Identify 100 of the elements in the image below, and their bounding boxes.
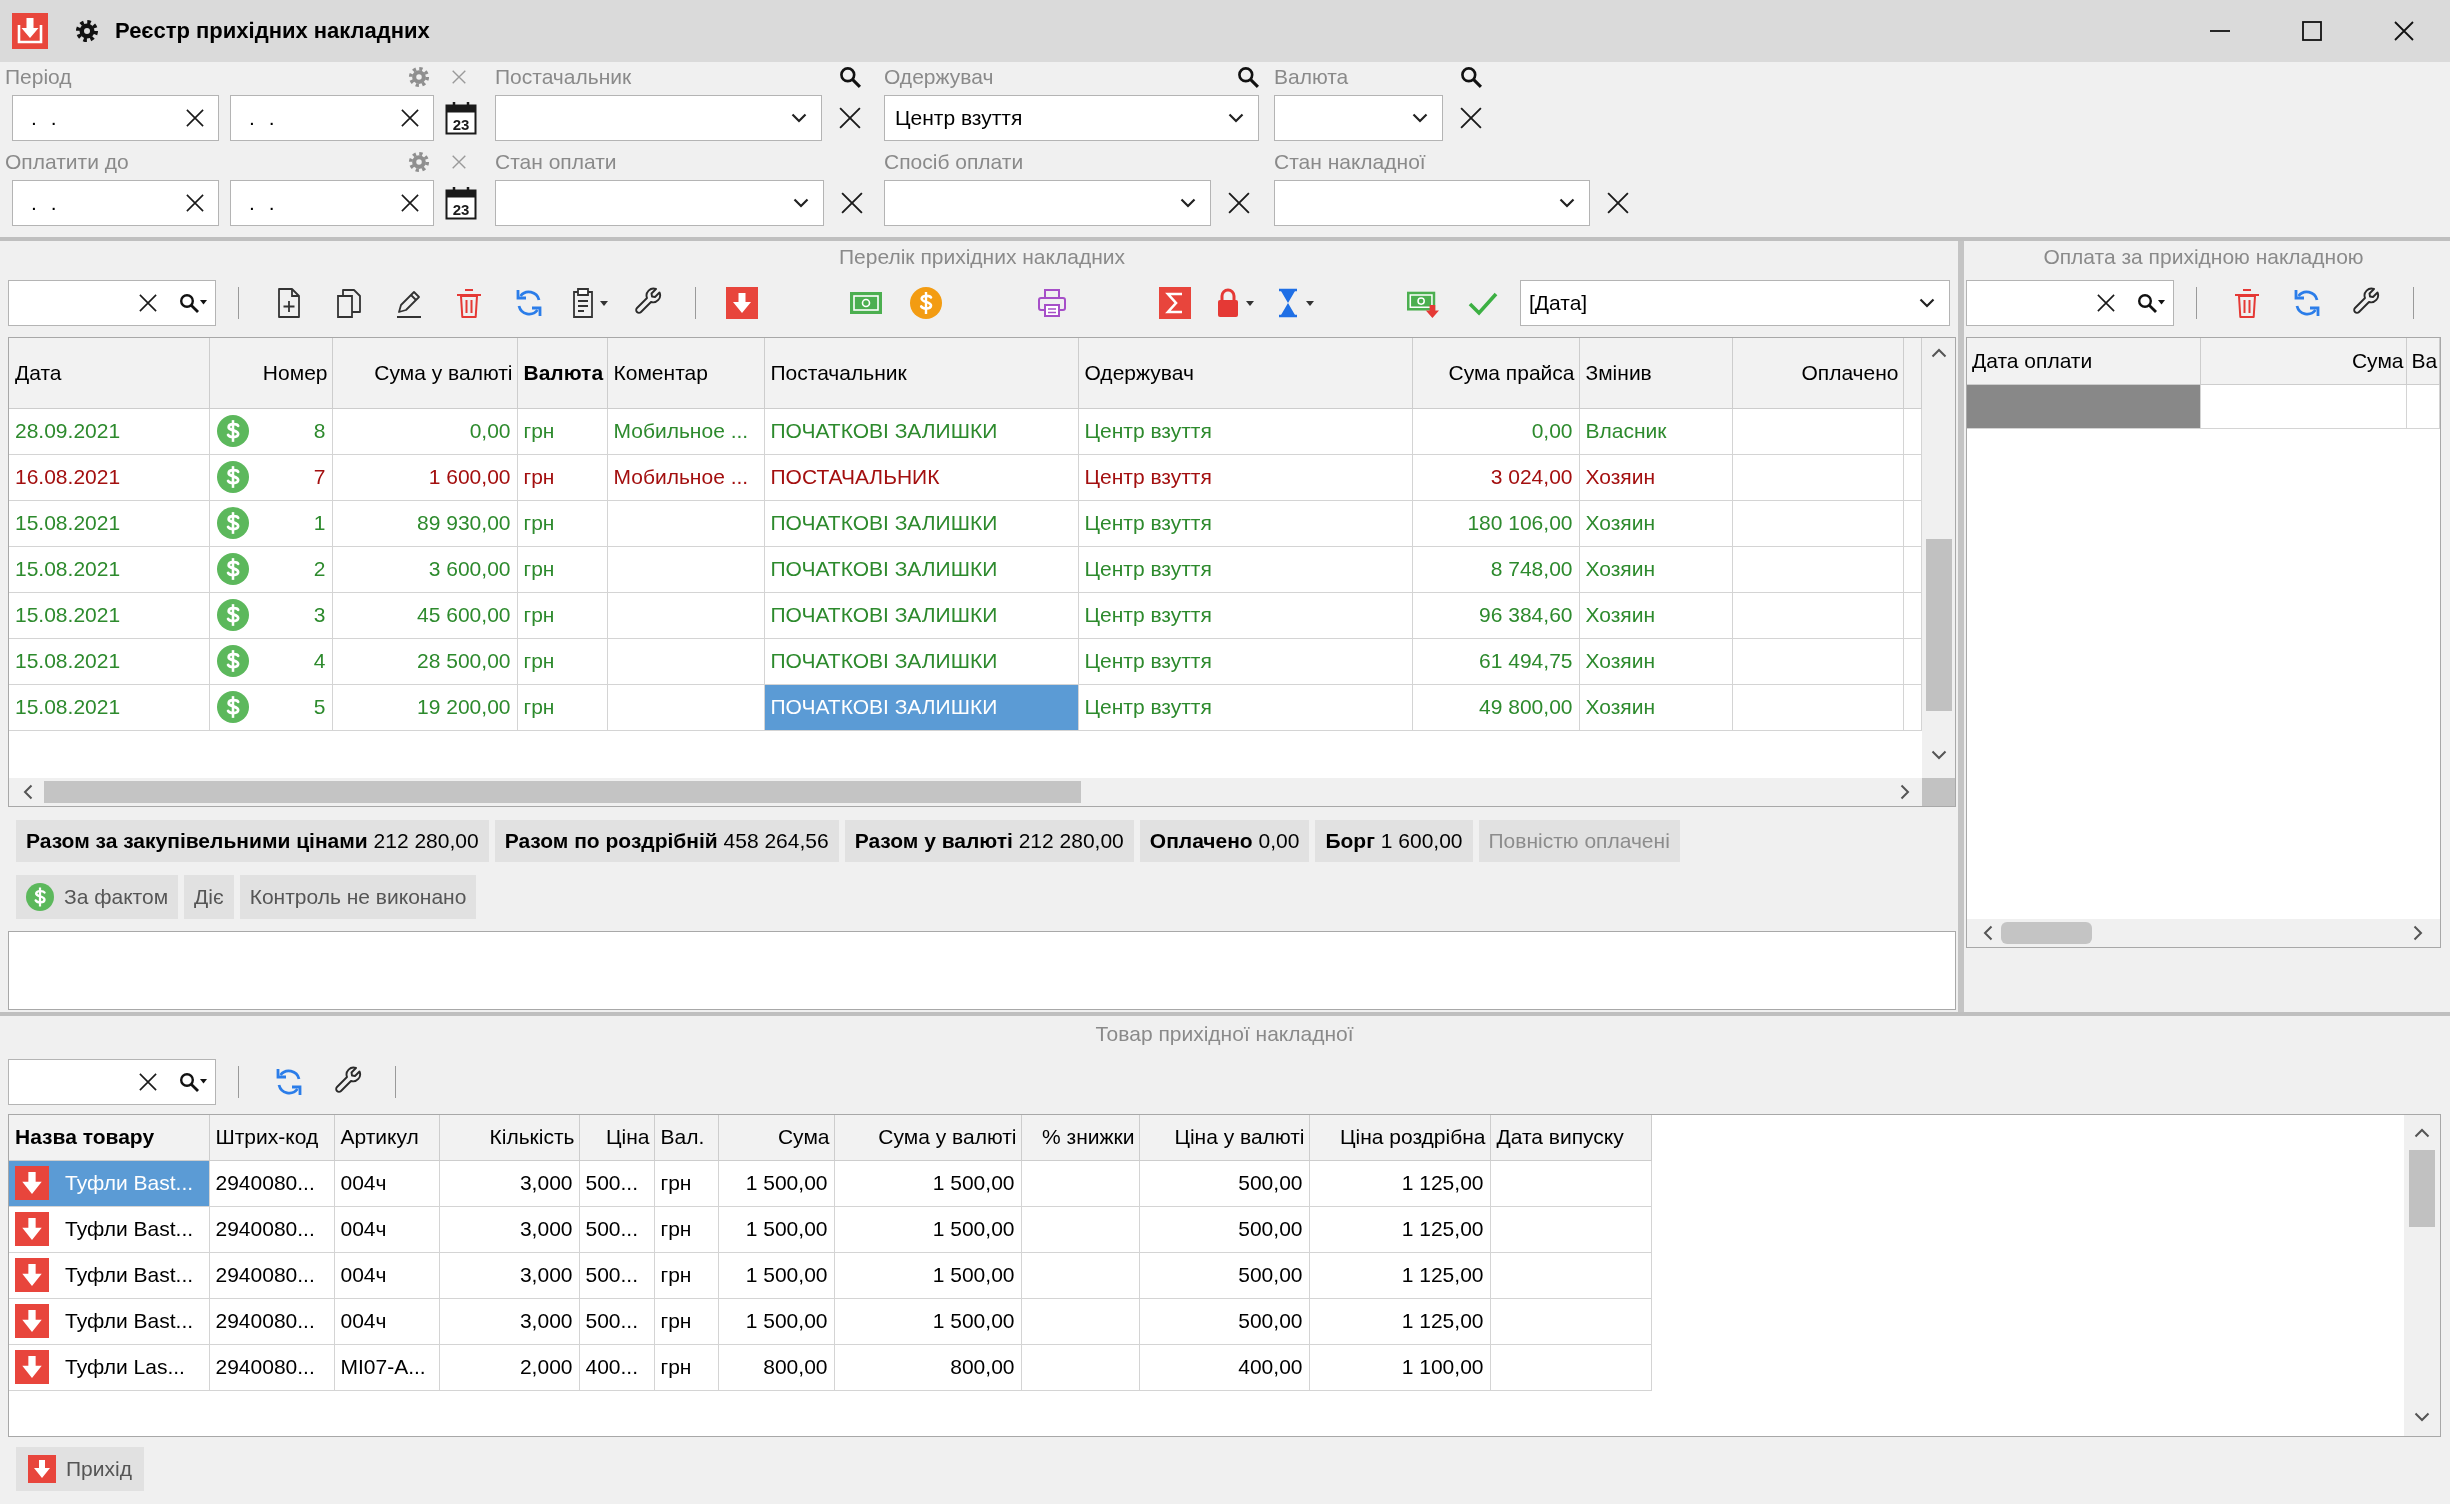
maximize-icon[interactable]: [2302, 21, 2322, 41]
filter-chip[interactable]: Діє: [184, 875, 234, 919]
dropdown-field[interactable]: [495, 180, 824, 226]
clear-icon[interactable]: [1607, 192, 1629, 214]
date-field[interactable]: . .: [230, 180, 434, 226]
sigma-icon[interactable]: [1159, 287, 1191, 319]
scrollbar-thumb[interactable]: [2001, 922, 2092, 944]
vertical-scrollbar[interactable]: [2404, 1115, 2440, 1436]
column-header[interactable]: Штрих-код: [209, 1115, 334, 1160]
column-header[interactable]: Одержувач: [1078, 338, 1412, 408]
chevron-down-icon[interactable]: [1228, 113, 1244, 123]
chevron-down-icon[interactable]: [1559, 198, 1575, 208]
chevron-down-icon[interactable]: [1180, 198, 1196, 208]
arrow-down-icon[interactable]: [726, 287, 758, 319]
column-header[interactable]: Ціна: [579, 1115, 654, 1160]
banknote-icon[interactable]: [850, 292, 882, 314]
chevron-down-icon[interactable]: [1919, 298, 1935, 308]
table-cell: 004ч: [334, 1160, 439, 1206]
clear-icon[interactable]: [841, 192, 863, 214]
column-header[interactable]: Назва товару: [9, 1115, 209, 1160]
column-header[interactable]: Змінив: [1579, 338, 1732, 408]
column-header[interactable]: Ва: [2406, 338, 2440, 384]
column-header[interactable]: Сума у валюті: [332, 338, 517, 408]
chevron-down-icon[interactable]: [793, 198, 809, 208]
dropdown-field[interactable]: [1274, 180, 1590, 226]
clear-icon[interactable]: [2097, 294, 2115, 312]
search-icon[interactable]: [1237, 66, 1259, 88]
date-field[interactable]: . .: [230, 95, 434, 141]
table-cell: ПОЧАТКОВІ ЗАЛИШКИ: [764, 500, 1078, 546]
scrollbar-thumb[interactable]: [1925, 539, 1952, 711]
column-header[interactable]: Номер: [209, 338, 332, 408]
vertical-scrollbar[interactable]: [1922, 338, 1955, 778]
clear-icon[interactable]: [139, 294, 157, 312]
column-header[interactable]: Ціна роздрібна: [1309, 1115, 1490, 1160]
calendar-icon[interactable]: 23: [445, 101, 477, 135]
dropdown-field[interactable]: [495, 95, 822, 141]
chevron-left-icon[interactable]: [23, 784, 33, 800]
column-header[interactable]: Дата оплати: [1967, 338, 2200, 384]
calendar-icon[interactable]: 23: [445, 186, 477, 220]
filter-chip[interactable]: За фактом: [16, 875, 179, 919]
search-icon[interactable]: [1460, 66, 1482, 88]
column-header[interactable]: Дата: [9, 338, 209, 408]
column-header[interactable]: Сума: [718, 1115, 834, 1160]
scrollbar-thumb[interactable]: [2409, 1150, 2435, 1227]
chevron-down-icon[interactable]: [2414, 1412, 2430, 1422]
search-icon[interactable]: [179, 1072, 207, 1092]
dropdown-field[interactable]: [884, 180, 1211, 226]
clear-icon[interactable]: [186, 194, 204, 212]
dropdown-field[interactable]: [1274, 95, 1443, 141]
column-header[interactable]: Оплачено: [1732, 338, 1903, 408]
search-field[interactable]: [8, 1059, 216, 1105]
sort-dropdown[interactable]: [Дата]: [1520, 280, 1950, 326]
chevron-left-icon[interactable]: [1983, 925, 1993, 941]
date-field[interactable]: . .: [12, 180, 219, 226]
chevron-down-icon[interactable]: [1930, 750, 1947, 760]
column-header[interactable]: Сума у валюті: [834, 1115, 1021, 1160]
search-icon[interactable]: [2137, 293, 2165, 313]
arrival-button[interactable]: Прихід: [16, 1447, 144, 1491]
chevron-right-icon[interactable]: [2413, 925, 2423, 941]
dropdown-field[interactable]: Центр взуття: [884, 95, 1259, 141]
scrollbar-thumb[interactable]: [44, 781, 1081, 803]
chevron-down-icon[interactable]: [791, 113, 807, 123]
clear-icon[interactable]: [401, 109, 419, 127]
column-header[interactable]: Кількість: [439, 1115, 579, 1160]
search-field[interactable]: [8, 280, 216, 326]
clear-icon[interactable]: [186, 109, 204, 127]
filter-chip[interactable]: Контроль не виконано: [239, 875, 477, 919]
chevron-down-icon[interactable]: [1412, 113, 1428, 123]
clear-icon[interactable]: [401, 194, 419, 212]
close-icon[interactable]: [2394, 21, 2414, 41]
search-field[interactable]: [1966, 280, 2174, 326]
column-header[interactable]: Артикул: [334, 1115, 439, 1160]
printer-icon[interactable]: [1036, 287, 1068, 319]
column-header[interactable]: Дата випуску: [1490, 1115, 1651, 1160]
search-icon[interactable]: [179, 293, 207, 313]
memo-field[interactable]: [8, 931, 1956, 1010]
column-header[interactable]: Сума: [2200, 338, 2406, 384]
column-header[interactable]: Сума прайса: [1412, 338, 1579, 408]
column-header[interactable]: % знижки: [1021, 1115, 1139, 1160]
search-icon[interactable]: [839, 66, 861, 88]
chevron-up-icon[interactable]: [1930, 348, 1947, 358]
clear-icon[interactable]: [1460, 107, 1482, 129]
horizontal-scrollbar[interactable]: [1967, 919, 2440, 947]
column-header[interactable]: Коментар: [607, 338, 764, 408]
column-header[interactable]: Вал.: [654, 1115, 718, 1160]
column-header[interactable]: Валюта: [517, 338, 607, 408]
column-header[interactable]: Ціна у валюті: [1139, 1115, 1309, 1160]
column-header[interactable]: Постачальник: [764, 338, 1078, 408]
horizontal-scrollbar[interactable]: [9, 778, 1922, 806]
clear-icon[interactable]: [1228, 192, 1250, 214]
clear-icon[interactable]: [839, 107, 861, 129]
chevron-right-icon[interactable]: [1900, 784, 1910, 800]
table-cell: Хозяин: [1579, 546, 1732, 592]
clear-icon[interactable]: [139, 1073, 157, 1091]
chevron-up-icon[interactable]: [2414, 1128, 2430, 1138]
table-cell: 3,000: [439, 1160, 579, 1206]
gear-icon[interactable]: [75, 19, 99, 43]
date-field[interactable]: . .: [12, 95, 219, 141]
table-cell: Центр взуття: [1078, 500, 1412, 546]
table-cell: 2940080...: [209, 1252, 334, 1298]
